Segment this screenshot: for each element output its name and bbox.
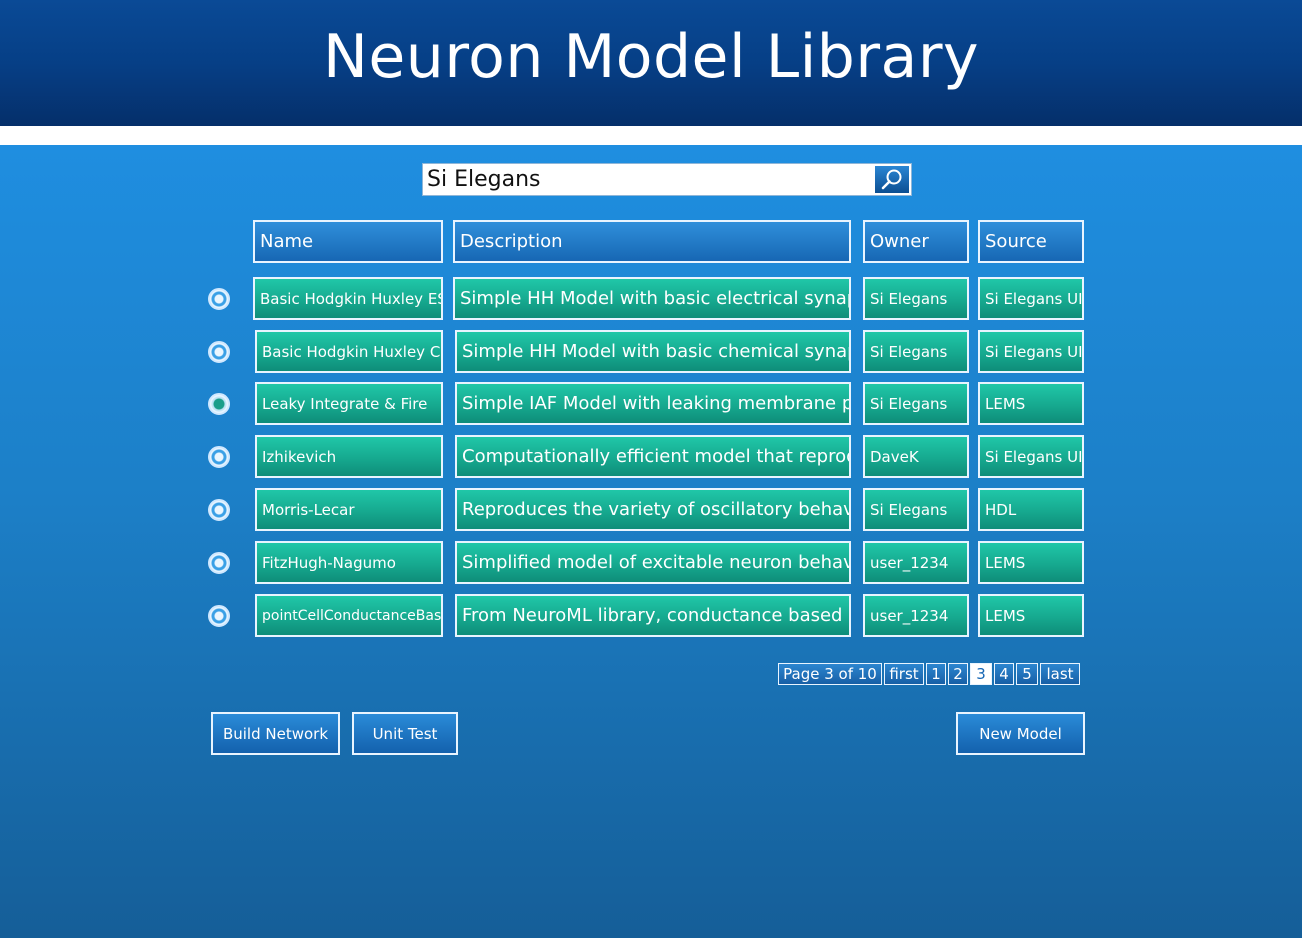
row-select-radio[interactable] <box>208 446 230 468</box>
page-link-4[interactable]: 4 <box>994 663 1014 685</box>
table-row-source[interactable]: LEMS <box>978 382 1084 425</box>
table-row-source[interactable]: LEMS <box>978 594 1084 637</box>
unit-test-button[interactable]: Unit Test <box>352 712 458 755</box>
page-link-5[interactable]: 5 <box>1016 663 1038 685</box>
page-link-1[interactable]: 1 <box>926 663 946 685</box>
table-row-name[interactable]: FitzHugh-Nagumo <box>255 541 443 584</box>
table-row-description[interactable]: Reproduces the variety of oscillatory be… <box>455 488 851 531</box>
page-first-link[interactable]: first <box>884 663 924 685</box>
page-link-2[interactable]: 2 <box>948 663 968 685</box>
table-row-description[interactable]: Simple IAF Model with leaking membrane p… <box>455 382 851 425</box>
search-input[interactable] <box>427 166 867 193</box>
row-select-radio[interactable] <box>208 288 230 310</box>
row-select-radio[interactable] <box>208 552 230 574</box>
table-row-description[interactable]: Simple HH Model with basic chemical syna… <box>455 330 851 373</box>
table-row-owner[interactable]: user_1234 <box>863 594 969 637</box>
table-row-description[interactable]: Computationally efficient model that rep… <box>455 435 851 478</box>
table-row-name[interactable]: pointCellConductanceBased <box>255 594 443 637</box>
table-row-source[interactable]: Si Elegans UI <box>978 330 1084 373</box>
page-title: Neuron Model Library <box>323 22 979 92</box>
table-row-description[interactable]: Simple HH Model with basic electrical sy… <box>453 277 851 320</box>
build-network-button[interactable]: Build Network <box>211 712 340 755</box>
table-row-name[interactable]: Leaky Integrate & Fire <box>255 382 443 425</box>
main-panel: Name Description Owner Source Basic Hodg… <box>0 145 1302 938</box>
search-icon <box>881 169 902 190</box>
search-button[interactable] <box>874 165 910 194</box>
row-select-radio[interactable] <box>208 341 230 363</box>
page-last-link[interactable]: last <box>1040 663 1080 685</box>
table-row-owner[interactable]: DaveK <box>863 435 969 478</box>
table-row-source[interactable]: HDL <box>978 488 1084 531</box>
table-row-source[interactable]: LEMS <box>978 541 1084 584</box>
table-row-name[interactable]: Basic Hodgkin Huxley ES <box>253 277 443 320</box>
new-model-button[interactable]: New Model <box>956 712 1085 755</box>
table-row-description[interactable]: From NeuroML library, conductance based … <box>455 594 851 637</box>
page-indicator: Page 3 of 10 <box>778 663 882 685</box>
page-link-3-current[interactable]: 3 <box>970 663 992 685</box>
table-row-owner[interactable]: user_1234 <box>863 541 969 584</box>
table-row-source[interactable]: Si Elegans UI <box>978 435 1084 478</box>
column-header-name[interactable]: Name <box>253 220 443 263</box>
header-bar: Neuron Model Library <box>0 0 1302 126</box>
row-select-radio-selected[interactable] <box>208 393 230 415</box>
table-row-owner[interactable]: Si Elegans <box>863 277 969 320</box>
table-row-owner[interactable]: Si Elegans <box>863 330 969 373</box>
table-row-source[interactable]: Si Elegans UI <box>978 277 1084 320</box>
column-header-source[interactable]: Source <box>978 220 1084 263</box>
table-row-name[interactable]: Basic Hodgkin Huxley CS <box>255 330 443 373</box>
row-select-radio[interactable] <box>208 605 230 627</box>
column-header-description[interactable]: Description <box>453 220 851 263</box>
table-row-owner[interactable]: Si Elegans <box>863 382 969 425</box>
table-row-owner[interactable]: Si Elegans <box>863 488 969 531</box>
table-row-name[interactable]: Izhikevich <box>255 435 443 478</box>
table-row-name[interactable]: Morris-Lecar <box>255 488 443 531</box>
table-row-description[interactable]: Simplified model of excitable neuron beh… <box>455 541 851 584</box>
row-select-radio[interactable] <box>208 499 230 521</box>
search-box <box>422 163 912 196</box>
column-header-owner[interactable]: Owner <box>863 220 969 263</box>
